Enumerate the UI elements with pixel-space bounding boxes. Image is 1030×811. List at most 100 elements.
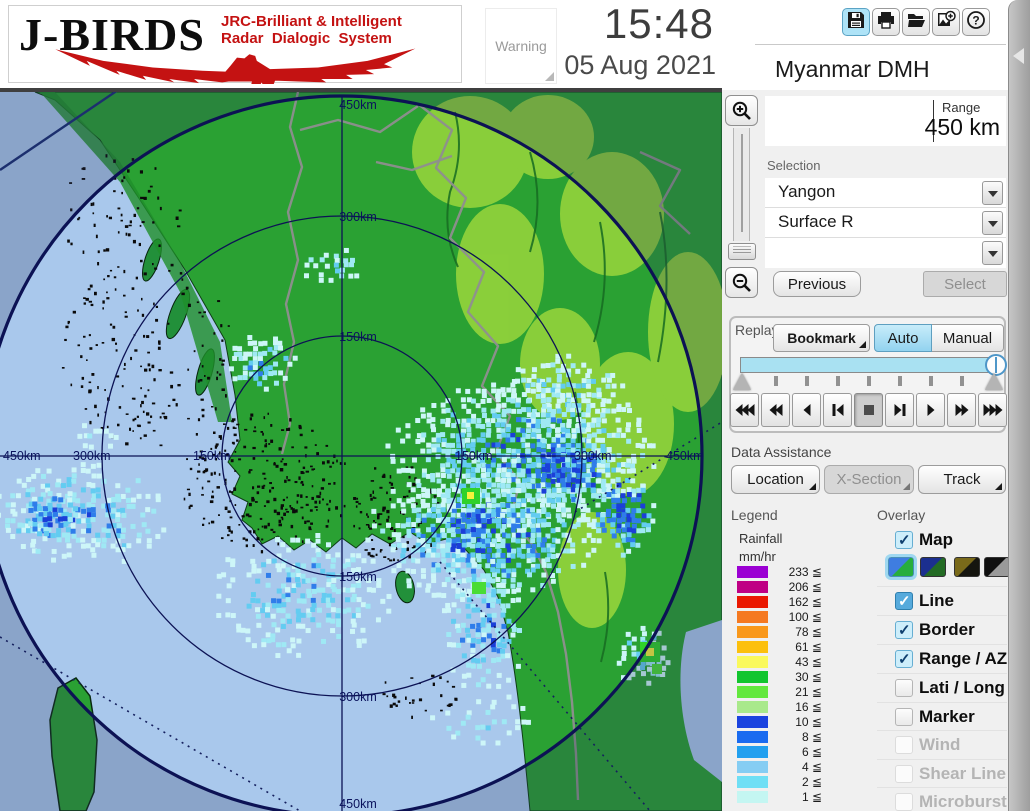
overlay-row-map[interactable]: Map [877,526,1007,555]
legend-value: 2 ≦ [801,775,822,789]
checkbox[interactable] [895,621,913,639]
previous-button[interactable]: Previous [773,271,861,297]
legend-color-swatch [737,656,768,668]
checkbox[interactable] [895,736,913,754]
x-section-button[interactable]: X-Section [824,465,914,494]
dropdown-arrow-icon[interactable] [982,241,1003,265]
play-reverse-button[interactable] [792,393,821,427]
overlay-row-microburst[interactable]: Microburst [877,787,1007,811]
legend-color-swatch [737,611,768,623]
clock-date: 05 Aug 2021 [564,50,716,80]
help-button[interactable]: ? [962,8,990,36]
control-panel: ? Myanmar DMH Range 450 km Selection Yan… [722,0,1010,811]
checkbox[interactable] [895,793,913,811]
dropdown-arrow-icon[interactable] [982,211,1003,235]
forward-triple-icon [983,404,1002,416]
save-button[interactable] [842,8,870,36]
legend-value: 206 ≦ [788,580,822,594]
checkbox[interactable] [895,531,913,549]
radar-map-canvas[interactable]: 450km 300km 150km 150km 300km 450km 450km 300km… [0,89,728,811]
overlay-row-border[interactable]: Border [877,615,1007,644]
rewind-double-button[interactable] [761,393,790,427]
open-folder-icon [906,10,926,35]
replay-start-marker[interactable] [733,373,751,390]
checkbox[interactable] [895,592,913,610]
play-button[interactable] [916,393,945,427]
skip-to-end-button[interactable] [885,393,914,427]
overlay-row-marker[interactable]: Marker [877,702,1007,731]
open-folder-button[interactable] [902,8,930,36]
forward-triple-button[interactable] [978,393,1007,427]
rewind-triple-icon [735,404,754,416]
collapse-arrow-icon[interactable] [1013,48,1024,64]
replay-end-marker[interactable] [985,373,1003,390]
warning-label: Warning [495,38,547,54]
zoom-slider-thumb[interactable] [728,243,756,260]
print-button[interactable] [872,8,900,36]
replay-tick [929,376,933,386]
legend-value: 30 ≦ [795,670,822,684]
manual-button[interactable]: Manual [932,324,1004,352]
zoom-out-button[interactable] [725,267,758,298]
selection-dropdown-1[interactable]: Surface R [765,208,1006,238]
legend-color-swatch [737,761,768,773]
select-button[interactable]: Select [923,271,1007,297]
legend-color-swatch [737,566,768,578]
overlay-label: Range / AZ [919,649,1008,668]
bookmark-button[interactable]: Bookmark [773,324,870,352]
overlay-label: Map [919,530,953,549]
map-style-swatch-2[interactable] [954,557,980,577]
checkbox[interactable] [895,765,913,783]
track-button[interactable]: Track [918,465,1006,494]
overlay-label: Marker [919,707,975,726]
map-zoom-control [724,95,760,298]
dropdown-arrow-icon[interactable] [982,181,1003,205]
map-style-swatch-0[interactable] [885,554,917,580]
legend-color-swatch [737,596,768,608]
radar-map[interactable]: 450km 300km 150km 150km 300km 450km 450km 300km… [0,89,728,811]
legend-unit: mm/hr [739,549,776,564]
overlay-row-range-az[interactable]: Range / AZ [877,644,1007,673]
stop-button[interactable] [854,393,883,427]
ring-label: 300km [73,449,111,463]
legend-color-swatch [737,776,768,788]
checkbox[interactable] [895,679,913,697]
location-button[interactable]: Location [731,465,820,494]
stop-icon [863,405,874,415]
legend-value: 21 ≦ [795,685,822,699]
map-style-swatch-1[interactable] [920,557,946,577]
replay-slider-track[interactable] [740,357,1003,373]
skip-to-start-button[interactable] [823,393,852,427]
overlay-label: Wind [919,735,961,754]
checkbox[interactable] [895,650,913,668]
zoom-slider-track[interactable] [733,128,750,241]
selection-dropdown-2[interactable] [765,238,1006,268]
selection-dropdown-0[interactable]: Yangon [765,178,1006,208]
auto-button[interactable]: Auto [874,324,932,352]
overlay-row-line[interactable]: Line [877,586,1007,615]
ring-label: 450km [666,449,704,463]
legend-quantity: Rainfall [739,531,783,546]
legend-value: 4 ≦ [801,760,822,774]
forward-double-button[interactable] [947,393,976,427]
panel-edge-strip[interactable] [1008,0,1030,811]
overlay-label: Lati / Long [919,678,1005,697]
map-style-swatch-3[interactable] [984,557,1010,577]
logo-tagline: JRC-Brilliant & Intelligent Radar Dialogi… [221,13,402,47]
rewind-triple-button[interactable] [730,393,759,427]
checkbox[interactable] [895,708,913,726]
overlay-row-shear-line[interactable]: Shear Line [877,759,1007,788]
resize-grip-icon[interactable] [545,72,554,81]
selection-dropdowns: Yangon Surface R [765,178,1006,268]
overlay-row-wind[interactable]: Wind [877,730,1007,759]
replay-tick [836,376,840,386]
zoom-in-icon [732,101,751,120]
add-image-button[interactable] [932,8,960,36]
range-value: 450 km [924,114,1000,140]
range-box: Range 450 km [765,96,1006,146]
zoom-in-button[interactable] [725,95,758,126]
warning-button[interactable]: Warning [485,8,557,84]
overlay-row-lati-long[interactable]: Lati / Long [877,673,1007,702]
legend-color-swatch [737,746,768,758]
legend-color-swatch [737,701,768,713]
